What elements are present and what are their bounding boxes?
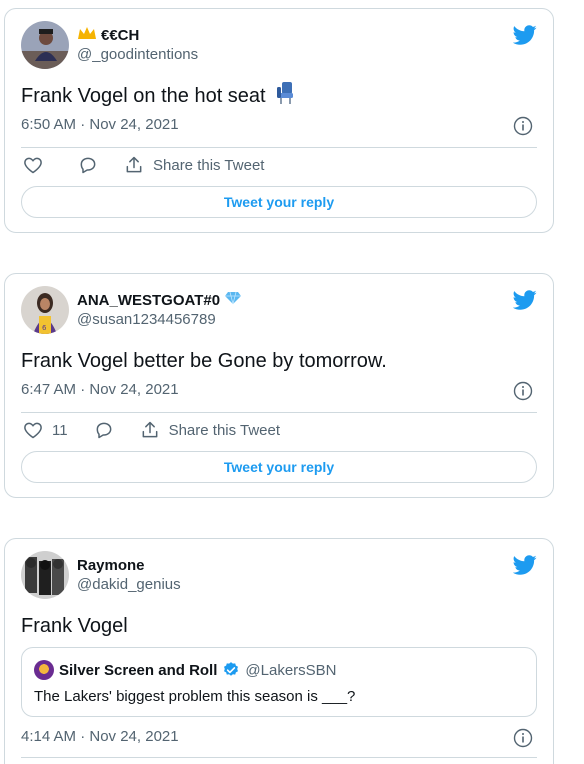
quoted-display-name: Silver Screen and Roll [59, 661, 218, 679]
tweet-header: Raymone @dakid_genius [21, 551, 537, 599]
user-handle[interactable]: @dakid_genius [77, 575, 181, 594]
tweet-card[interactable]: Raymone @dakid_genius Frank Vogel Silver… [4, 538, 554, 764]
display-name-text: €€CH [101, 27, 140, 44]
twitter-bird-icon[interactable] [513, 553, 537, 577]
avatar[interactable]: 6 [21, 286, 69, 334]
avatar [34, 660, 54, 680]
reply-button[interactable] [78, 155, 98, 175]
heart-icon [24, 422, 42, 439]
share-icon [126, 156, 142, 173]
svg-text:6: 6 [42, 324, 47, 332]
reply-button[interactable] [94, 420, 114, 440]
display-name[interactable]: ANA_WESTGOAT#0 [77, 291, 242, 310]
tweet-card[interactable]: €€CH @_goodintentions Frank Vogel on the… [4, 8, 554, 233]
tweet-timestamp[interactable]: 6:50 AM · Nov 24, 2021 [21, 115, 179, 135]
divider [21, 147, 537, 148]
heart-icon [24, 157, 42, 174]
tweet-text-content: Frank Vogel on the hot seat [21, 85, 266, 107]
diamond-icon [224, 291, 242, 310]
like-button[interactable] [23, 155, 52, 175]
tweet-reply-button[interactable]: Tweet your reply [21, 451, 537, 483]
divider [21, 412, 537, 413]
tweet-header: €€CH @_goodintentions [21, 21, 537, 69]
avatar[interactable] [21, 21, 69, 69]
tweet-card[interactable]: 6 ANA_WESTGOAT#0 @susan1234456789 Frank … [4, 273, 554, 498]
display-name[interactable]: €€CH [77, 26, 198, 45]
info-icon[interactable] [513, 116, 533, 136]
share-icon [142, 421, 157, 438]
display-name[interactable]: Raymone [77, 556, 181, 575]
tweet-reply-button[interactable]: Tweet your reply [21, 186, 537, 218]
quoted-tweet-header: Silver Screen and Roll @LakersSBN [34, 660, 337, 680]
crown-icon [77, 26, 97, 45]
info-icon[interactable] [513, 381, 533, 401]
tweet-header: 6 ANA_WESTGOAT#0 @susan1234456789 [21, 286, 537, 334]
tweet-text: Frank Vogel on the hot seat [21, 81, 296, 112]
tweet-text: Frank Vogel [21, 615, 128, 637]
divider [21, 757, 537, 758]
reply-icon [96, 422, 111, 439]
avatar[interactable] [21, 551, 69, 599]
quoted-tweet-text: The Lakers' biggest problem this season … [34, 688, 356, 705]
share-label: Share this Tweet [153, 156, 265, 174]
tweet-timestamp[interactable]: 4:14 AM · Nov 24, 2021 [21, 727, 179, 747]
twitter-bird-icon[interactable] [513, 288, 537, 312]
display-name-text: ANA_WESTGOAT#0 [77, 292, 221, 309]
user-handle[interactable]: @susan1234456789 [77, 310, 242, 329]
share-button[interactable]: Share this Tweet [124, 155, 264, 175]
tweet-text: Frank Vogel better be Gone by tomorrow. [21, 350, 387, 372]
tweet-actions: 11 Share this Tweet [23, 418, 306, 442]
like-button[interactable]: 11 [23, 420, 68, 440]
share-button[interactable]: Share this Tweet [140, 420, 280, 440]
verified-badge-icon [222, 661, 240, 680]
display-name-text: Raymone [77, 557, 145, 574]
quoted-user-handle: @LakersSBN [245, 661, 337, 679]
reply-icon [80, 157, 96, 174]
twitter-bird-icon[interactable] [513, 23, 537, 47]
tweet-timestamp[interactable]: 6:47 AM · Nov 24, 2021 [21, 380, 179, 400]
share-label: Share this Tweet [168, 421, 281, 439]
quoted-tweet[interactable]: Silver Screen and Roll @LakersSBN The La… [21, 647, 537, 717]
user-handle[interactable]: @_goodintentions [77, 45, 198, 64]
like-count: 11 [52, 421, 68, 439]
seat-emoji-icon [274, 81, 296, 112]
info-icon[interactable] [513, 728, 533, 748]
tweet-actions: Share this Tweet [23, 153, 290, 177]
